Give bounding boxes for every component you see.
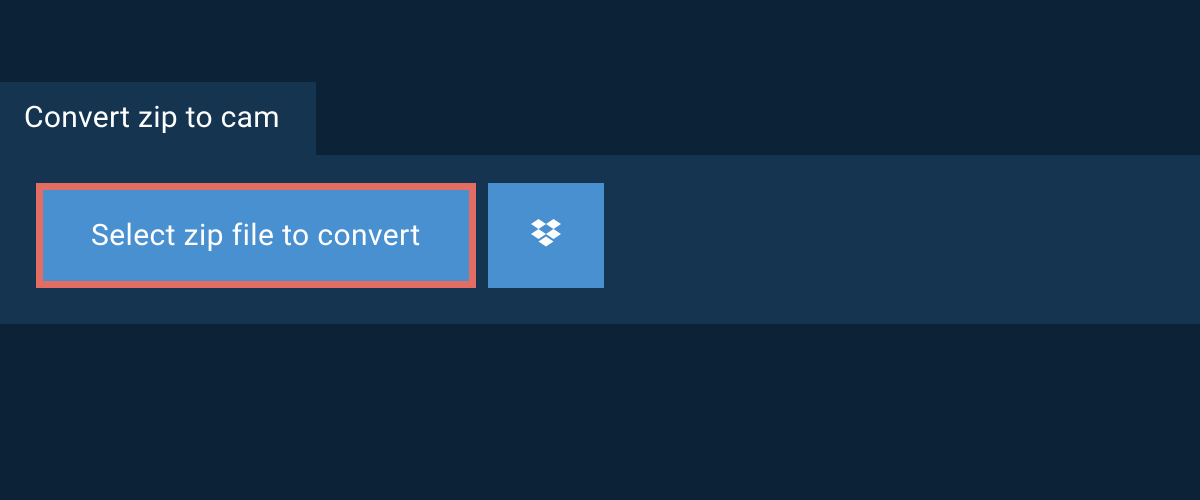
tab-label: Convert zip to cam	[24, 100, 280, 135]
button-row: Select zip file to convert	[36, 183, 1164, 288]
converter-panel: Select zip file to convert	[0, 155, 1200, 324]
tab-bar: Convert zip to cam	[0, 0, 1200, 155]
dropbox-icon	[526, 214, 566, 257]
tab-convert[interactable]: Convert zip to cam	[0, 82, 316, 155]
select-file-button-label: Select zip file to convert	[91, 218, 421, 253]
select-file-button[interactable]: Select zip file to convert	[36, 183, 476, 288]
dropbox-button[interactable]	[488, 183, 604, 288]
